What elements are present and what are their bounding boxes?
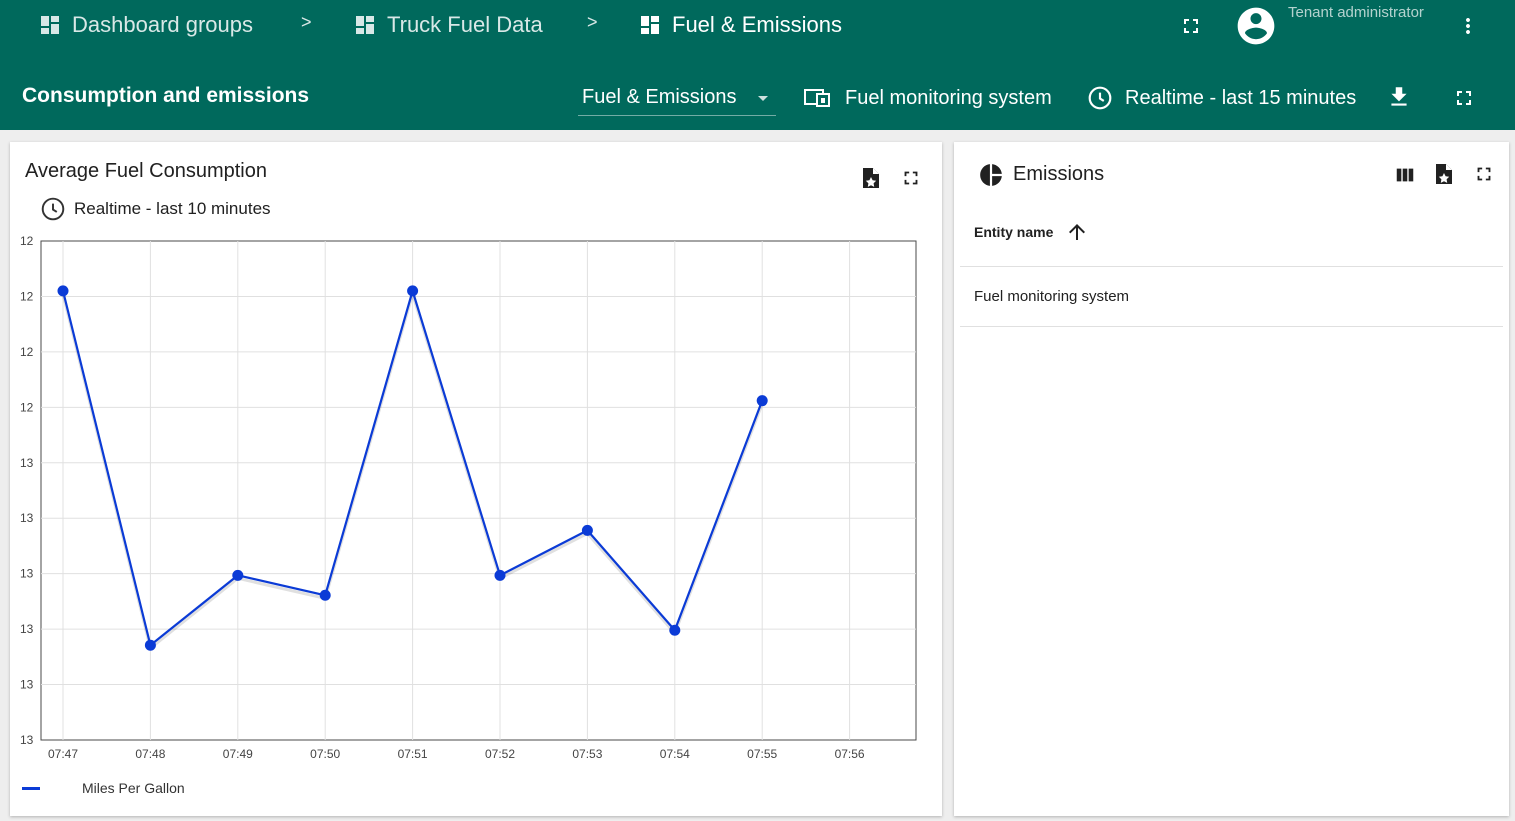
y-tick-label: 12 <box>20 234 34 248</box>
breadcrumb-separator: > <box>301 12 312 32</box>
columns-icon[interactable] <box>1394 164 1416 191</box>
data-point <box>581 524 593 536</box>
x-tick-label: 07:55 <box>747 747 777 761</box>
breadcrumb-label: Dashboard groups <box>72 12 254 37</box>
data-point <box>756 395 768 407</box>
entity-name-cell: Fuel monitoring system <box>974 288 1130 305</box>
breadcrumb-truck-fuel-data[interactable]: Truck Fuel Data <box>353 10 543 40</box>
fullscreen-icon[interactable] <box>900 167 922 194</box>
user-role[interactable]: Tenant administrator <box>1288 4 1424 21</box>
state-select-value: Fuel & Emissions <box>582 86 737 108</box>
export-icon[interactable] <box>1433 162 1455 191</box>
clock-icon <box>1088 86 1112 110</box>
data-point <box>232 569 244 581</box>
clock-icon <box>41 197 65 221</box>
breadcrumb-label: Fuel & Emissions <box>672 12 842 37</box>
breadcrumb-fuel-emissions: Fuel & Emissions <box>638 10 842 40</box>
y-tick-label: 12 <box>20 345 34 359</box>
account-icon[interactable] <box>1234 4 1278 48</box>
top-toolbar: Dashboard groups > Truck Fuel Data > Fue… <box>0 0 1515 130</box>
dropdown-arrow-icon <box>758 96 768 101</box>
emissions-widget: Emissions Entity name Fuel monitoring sy… <box>954 142 1509 816</box>
widget-title: Average Fuel Consumption <box>25 160 267 182</box>
widget-timewindow[interactable]: Realtime - last 10 minutes <box>40 196 271 222</box>
x-tick-label: 07:49 <box>223 747 253 761</box>
column-header-entity-name[interactable]: Entity name <box>974 220 1089 244</box>
fullscreen-icon[interactable] <box>1179 14 1203 38</box>
dashboard-icon <box>41 16 59 34</box>
arrow-up-icon <box>1069 224 1086 240</box>
entity-alias-button[interactable]: Fuel monitoring system <box>803 84 1052 112</box>
widget-timewindow-label: Realtime - last 10 minutes <box>74 199 271 218</box>
y-tick-label: 13 <box>20 622 34 636</box>
legend-label: Miles Per Gallon <box>82 780 185 796</box>
timewindow-label: Realtime - last 15 minutes <box>1125 86 1357 109</box>
column-header-label: Entity name <box>974 224 1054 240</box>
chart-legend[interactable]: Miles Per Gallon <box>22 780 185 796</box>
more-vert-icon[interactable] <box>1456 14 1480 38</box>
x-tick-label: 07:54 <box>660 747 690 761</box>
dashboard-icon <box>356 16 374 34</box>
y-tick-label: 12 <box>20 289 34 303</box>
data-point <box>407 285 419 297</box>
plot-area <box>40 240 917 741</box>
widget-title: Emissions <box>1013 163 1105 185</box>
breadcrumb-label: Truck Fuel Data <box>387 12 543 37</box>
dashboard-icon <box>641 16 659 34</box>
legend-swatch <box>22 786 40 790</box>
timewindow-button[interactable]: Realtime - last 15 minutes <box>1087 84 1356 112</box>
x-tick-label: 07:48 <box>135 747 165 761</box>
x-tick-label: 07:47 <box>48 747 78 761</box>
data-point <box>57 285 69 297</box>
dashboard-state-select[interactable]: Fuel & Emissions <box>578 80 776 116</box>
download-icon[interactable] <box>1386 84 1412 110</box>
breadcrumb-dashboard-groups[interactable]: Dashboard groups <box>38 10 253 40</box>
fullscreen-icon[interactable] <box>1473 163 1495 190</box>
x-tick-label: 07:51 <box>398 747 428 761</box>
pie-chart-icon <box>978 162 1004 193</box>
devices-icon <box>804 89 830 107</box>
x-tick-label: 07:53 <box>572 747 602 761</box>
table-divider <box>960 326 1503 327</box>
fuel-consumption-widget: Average Fuel Consumption Realtime - last… <box>10 142 942 816</box>
entity-alias-label: Fuel monitoring system <box>845 86 1052 109</box>
data-point <box>669 624 681 636</box>
y-tick-label: 13 <box>20 678 34 692</box>
y-tick-label: 13 <box>20 511 34 525</box>
export-icon[interactable] <box>860 166 882 195</box>
data-point <box>494 569 506 581</box>
data-point <box>319 589 331 601</box>
y-tick-label: 13 <box>20 456 34 470</box>
x-tick-label: 07:50 <box>310 747 340 761</box>
y-tick-label: 13 <box>20 733 34 747</box>
x-tick-label: 07:52 <box>485 747 515 761</box>
y-tick-label: 12 <box>20 400 34 414</box>
fullscreen-icon[interactable] <box>1452 86 1476 110</box>
breadcrumb-separator: > <box>587 12 598 32</box>
y-tick-label: 13 <box>20 567 34 581</box>
x-tick-label: 07:56 <box>835 747 865 761</box>
data-point <box>144 639 156 651</box>
dashboard-title: Consumption and emissions <box>22 84 310 107</box>
line-chart: 13 13 13 13 13 13 12 12 12 12 07:47 07:48 07:49 07:50… <box>20 234 917 761</box>
table-row[interactable]: Fuel monitoring system <box>960 267 1503 327</box>
